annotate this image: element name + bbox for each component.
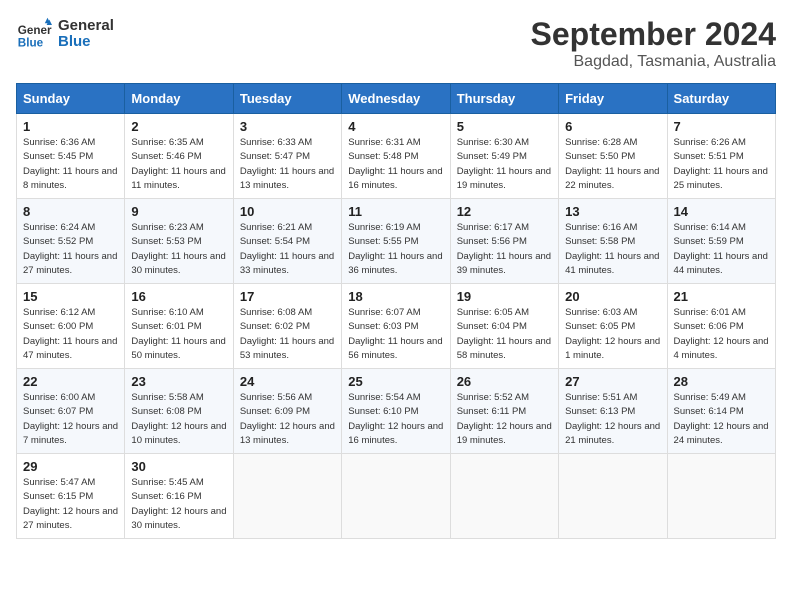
day-13: 13 Sunrise: 6:16 AM Sunset: 5:58 PM Dayl… <box>559 199 667 284</box>
day-9: 9 Sunrise: 6:23 AM Sunset: 5:53 PM Dayli… <box>125 199 233 284</box>
day-12: 12 Sunrise: 6:17 AM Sunset: 5:56 PM Dayl… <box>450 199 558 284</box>
day-1: 1 Sunrise: 6:36 AM Sunset: 5:45 PM Dayli… <box>17 114 125 199</box>
calendar: Sunday Monday Tuesday Wednesday Thursday… <box>16 83 776 539</box>
day-24: 24 Sunrise: 5:56 AM Sunset: 6:09 PM Dayl… <box>233 369 341 454</box>
empty-cell-5 <box>667 454 775 539</box>
col-sunday: Sunday <box>17 84 125 114</box>
logo-line1: General <box>58 18 114 35</box>
week-row-3: 15 Sunrise: 6:12 AM Sunset: 6:00 PM Dayl… <box>17 284 776 369</box>
empty-cell-3 <box>450 454 558 539</box>
day-8: 8 Sunrise: 6:24 AM Sunset: 5:52 PM Dayli… <box>17 199 125 284</box>
col-saturday: Saturday <box>667 84 775 114</box>
day-23: 23 Sunrise: 5:58 AM Sunset: 6:08 PM Dayl… <box>125 369 233 454</box>
day-3: 3 Sunrise: 6:33 AM Sunset: 5:47 PM Dayli… <box>233 114 341 199</box>
day-16: 16 Sunrise: 6:10 AM Sunset: 6:01 PM Dayl… <box>125 284 233 369</box>
day-7: 7 Sunrise: 6:26 AM Sunset: 5:51 PM Dayli… <box>667 114 775 199</box>
empty-cell-1 <box>233 454 341 539</box>
day-29: 29 Sunrise: 5:47 AM Sunset: 6:15 PM Dayl… <box>17 454 125 539</box>
day-6: 6 Sunrise: 6:28 AM Sunset: 5:50 PM Dayli… <box>559 114 667 199</box>
title-block: September 2024 Bagdad, Tasmania, Austral… <box>531 16 776 71</box>
day-14: 14 Sunrise: 6:14 AM Sunset: 5:59 PM Dayl… <box>667 199 775 284</box>
day-26: 26 Sunrise: 5:52 AM Sunset: 6:11 PM Dayl… <box>450 369 558 454</box>
empty-cell-4 <box>559 454 667 539</box>
day-28: 28 Sunrise: 5:49 AM Sunset: 6:14 PM Dayl… <box>667 369 775 454</box>
col-friday: Friday <box>559 84 667 114</box>
day-2: 2 Sunrise: 6:35 AM Sunset: 5:46 PM Dayli… <box>125 114 233 199</box>
col-wednesday: Wednesday <box>342 84 450 114</box>
day-27: 27 Sunrise: 5:51 AM Sunset: 6:13 PM Dayl… <box>559 369 667 454</box>
calendar-header-row: Sunday Monday Tuesday Wednesday Thursday… <box>17 84 776 114</box>
svg-text:Blue: Blue <box>18 37 44 50</box>
day-20: 20 Sunrise: 6:03 AM Sunset: 6:05 PM Dayl… <box>559 284 667 369</box>
month-title: September 2024 <box>531 16 776 53</box>
week-row-4: 22 Sunrise: 6:00 AM Sunset: 6:07 PM Dayl… <box>17 369 776 454</box>
day-15: 15 Sunrise: 6:12 AM Sunset: 6:00 PM Dayl… <box>17 284 125 369</box>
col-monday: Monday <box>125 84 233 114</box>
col-thursday: Thursday <box>450 84 558 114</box>
week-row-2: 8 Sunrise: 6:24 AM Sunset: 5:52 PM Dayli… <box>17 199 776 284</box>
day-19: 19 Sunrise: 6:05 AM Sunset: 6:04 PM Dayl… <box>450 284 558 369</box>
day-21: 21 Sunrise: 6:01 AM Sunset: 6:06 PM Dayl… <box>667 284 775 369</box>
week-row-5: 29 Sunrise: 5:47 AM Sunset: 6:15 PM Dayl… <box>17 454 776 539</box>
svg-text:General: General <box>18 24 52 37</box>
day-22: 22 Sunrise: 6:00 AM Sunset: 6:07 PM Dayl… <box>17 369 125 454</box>
logo: General Blue General Blue <box>16 16 114 52</box>
logo-icon: General Blue <box>16 16 52 52</box>
empty-cell-2 <box>342 454 450 539</box>
day-17: 17 Sunrise: 6:08 AM Sunset: 6:02 PM Dayl… <box>233 284 341 369</box>
day-18: 18 Sunrise: 6:07 AM Sunset: 6:03 PM Dayl… <box>342 284 450 369</box>
location: Bagdad, Tasmania, Australia <box>531 53 776 71</box>
day-10: 10 Sunrise: 6:21 AM Sunset: 5:54 PM Dayl… <box>233 199 341 284</box>
day-5: 5 Sunrise: 6:30 AM Sunset: 5:49 PM Dayli… <box>450 114 558 199</box>
week-row-1: 1 Sunrise: 6:36 AM Sunset: 5:45 PM Dayli… <box>17 114 776 199</box>
col-tuesday: Tuesday <box>233 84 341 114</box>
logo-line2: Blue <box>58 34 114 51</box>
day-4: 4 Sunrise: 6:31 AM Sunset: 5:48 PM Dayli… <box>342 114 450 199</box>
day-11: 11 Sunrise: 6:19 AM Sunset: 5:55 PM Dayl… <box>342 199 450 284</box>
day-30: 30 Sunrise: 5:45 AM Sunset: 6:16 PM Dayl… <box>125 454 233 539</box>
page-header: General Blue General Blue September 2024… <box>16 16 776 71</box>
day-25: 25 Sunrise: 5:54 AM Sunset: 6:10 PM Dayl… <box>342 369 450 454</box>
